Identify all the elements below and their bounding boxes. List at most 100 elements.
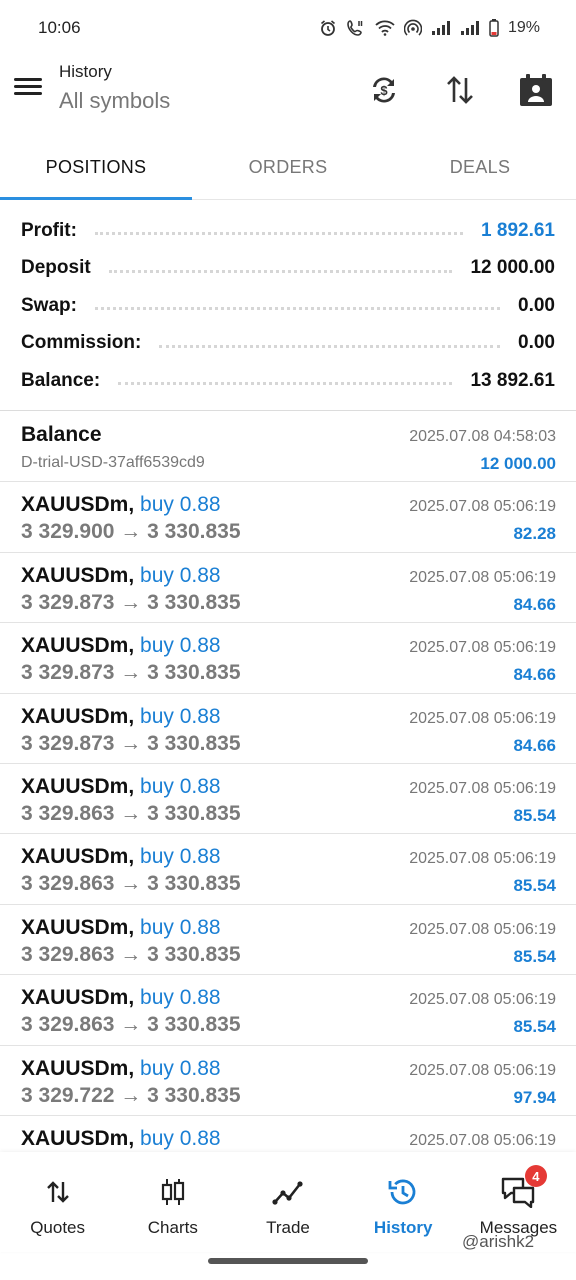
row-profit: 97.94: [513, 1087, 556, 1107]
row-profit: 84.66: [513, 735, 556, 755]
summary-value: 0.00: [518, 332, 555, 354]
summary-value: 12 000.00: [470, 257, 555, 279]
price-range: 3 329.863 → 3 330.835: [21, 1013, 241, 1037]
row-title: XAUUSDm, buy 0.88: [21, 775, 221, 799]
position-row[interactable]: XAUUSDm, buy 0.88 3 329.863 → 3 330.835 …: [0, 905, 576, 976]
position-row[interactable]: XAUUSDm, buy 0.88 3 329.863 → 3 330.835 …: [0, 764, 576, 835]
tab-orders[interactable]: ORDERS: [192, 136, 384, 199]
summary-row-profit: Profit: 1 892.61: [0, 212, 576, 250]
history-icon: [385, 1176, 421, 1208]
price-range: 3 329.722 → 3 330.835: [21, 1083, 241, 1107]
row-profit: 84.66: [513, 594, 556, 614]
signal-icon: [431, 20, 451, 36]
watermark: @arishk2: [462, 1232, 535, 1251]
status-icons: 19%: [319, 19, 540, 37]
row-title: Balance: [21, 423, 102, 446]
tab-deals[interactable]: DEALS: [384, 136, 576, 199]
header-titles: History All symbols: [59, 62, 170, 114]
summary-label: Commission:: [21, 332, 142, 354]
row-time: 2025.07.08 05:06:19: [409, 1131, 556, 1149]
symbol: XAUUSDm,: [21, 493, 135, 517]
position-row[interactable]: XAUUSDm, buy 0.88 3 329.873 → 3 330.835 …: [0, 694, 576, 764]
sync-currency-icon[interactable]: $: [364, 70, 404, 110]
signal-icon: [460, 20, 480, 36]
row-title: XAUUSDm, buy 0.88: [21, 845, 221, 869]
symbol: XAUUSDm,: [21, 563, 135, 587]
position-row[interactable]: XAUUSDm, buy 0.88 3 329.873 → 3 330.835 …: [0, 553, 576, 624]
battery-level: 19%: [507, 19, 540, 36]
menu-icon[interactable]: [14, 74, 46, 102]
symbol-filter[interactable]: All symbols: [59, 88, 170, 114]
call-icon: [346, 19, 366, 37]
summary-label: Balance:: [21, 369, 101, 391]
position-row[interactable]: XAUUSDm, buy 0.88 3 329.900 → 3 330.835 …: [0, 482, 576, 553]
direction: buy 0.88: [140, 774, 221, 798]
symbol: XAUUSDm,: [21, 634, 135, 658]
nav-quotes[interactable]: Quotes: [0, 1152, 115, 1252]
row-title: XAUUSDm, buy 0.88: [21, 1057, 221, 1081]
battery-icon: [489, 19, 499, 37]
nav-trade[interactable]: Trade: [230, 1152, 345, 1252]
summary-panel: Profit: 1 892.61 Deposit 12 000.00 Swap:…: [0, 212, 576, 400]
direction: buy 0.88: [140, 1056, 221, 1080]
row-time: 2025.07.08 05:06:19: [409, 920, 556, 938]
nav-charts[interactable]: Charts: [115, 1152, 230, 1252]
row-profit: 85.54: [513, 876, 556, 896]
symbol: XAUUSDm,: [21, 1126, 135, 1150]
row-title: XAUUSDm, buy 0.88: [21, 916, 221, 940]
row-title: XAUUSDm, buy 0.88: [21, 634, 221, 658]
tab-bar: POSITIONS ORDERS DEALS: [0, 136, 576, 200]
row-time: 2025.07.08 05:06:19: [409, 779, 556, 797]
tab-positions[interactable]: POSITIONS: [0, 136, 192, 200]
position-row[interactable]: XAUUSDm, buy 0.88 2025.07.08 05:06:19: [0, 1116, 576, 1152]
account-id: D-trial-USD-37aff6539cd9: [21, 454, 205, 471]
price-range: 3 329.863 → 3 330.835: [21, 942, 241, 966]
symbol: XAUUSDm,: [21, 986, 135, 1010]
summary-label: Profit:: [21, 219, 77, 241]
direction: buy 0.88: [140, 915, 221, 939]
summary-label: Deposit: [21, 257, 91, 279]
row-time: 2025.07.08 05:06:19: [409, 850, 556, 868]
sort-icon[interactable]: [440, 70, 480, 110]
direction: buy 0.88: [140, 986, 221, 1010]
leader-dots: [108, 269, 453, 273]
summary-value: 1 892.61: [481, 219, 555, 241]
price-range: 3 329.863 → 3 330.835: [21, 872, 241, 896]
direction: buy 0.88: [140, 845, 221, 869]
position-row[interactable]: XAUUSDm, buy 0.88 3 329.873 → 3 330.835 …: [0, 623, 576, 694]
price-range: 3 329.900 → 3 330.835: [21, 520, 241, 544]
balance-row[interactable]: Balance D-trial-USD-37aff6539cd9 2025.07…: [0, 412, 576, 483]
row-time: 2025.07.08 05:06:19: [409, 568, 556, 586]
history-list[interactable]: Balance D-trial-USD-37aff6539cd9 2025.07…: [0, 412, 576, 1152]
row-profit: 82.28: [513, 524, 556, 544]
direction: buy 0.88: [140, 563, 221, 587]
position-row[interactable]: XAUUSDm, buy 0.88 3 329.722 → 3 330.835 …: [0, 1046, 576, 1116]
home-indicator[interactable]: [208, 1258, 368, 1264]
row-time: 2025.07.08 05:06:19: [409, 498, 556, 516]
summary-value: 0.00: [518, 294, 555, 316]
unread-badge: 4: [524, 1165, 547, 1187]
calendar-icon[interactable]: [516, 70, 556, 110]
nav-history[interactable]: History: [346, 1152, 461, 1252]
row-amount: 12 000.00: [480, 454, 556, 473]
price-range: 3 329.863 → 3 330.835: [21, 801, 241, 825]
row-title: XAUUSDm, buy 0.88: [21, 564, 221, 588]
app-header: History All symbols $: [0, 56, 576, 136]
nav-label: History: [373, 1218, 433, 1237]
svg-text:$: $: [380, 83, 388, 98]
alarm-icon: [319, 19, 337, 37]
summary-value: 13 892.61: [470, 369, 555, 391]
row-profit: 85.54: [513, 805, 556, 825]
wifi-icon: [375, 20, 395, 36]
price-range: 3 329.873 → 3 330.835: [21, 731, 241, 755]
summary-row-swap: Swap: 0.00: [0, 287, 576, 325]
symbol: XAUUSDm,: [21, 845, 135, 869]
symbol: XAUUSDm,: [21, 704, 135, 728]
nav-label: Quotes: [30, 1218, 85, 1237]
divider: [0, 410, 576, 411]
trend-line-icon: [270, 1176, 306, 1208]
symbol: XAUUSDm,: [21, 774, 135, 798]
position-row[interactable]: XAUUSDm, buy 0.88 3 329.863 → 3 330.835 …: [0, 834, 576, 905]
direction: buy 0.88: [140, 634, 221, 658]
position-row[interactable]: XAUUSDm, buy 0.88 3 329.863 → 3 330.835 …: [0, 975, 576, 1046]
